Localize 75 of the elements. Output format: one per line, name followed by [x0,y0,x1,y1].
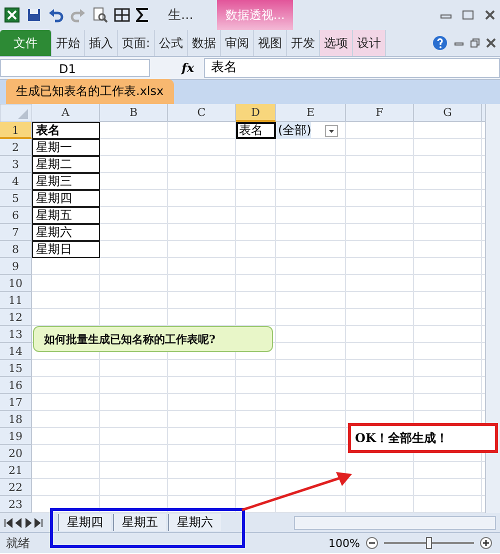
row-header[interactable]: 12 [0,309,32,326]
vertical-scrollbar[interactable] [485,104,500,513]
sheet-tab[interactable]: 星期六 [168,514,221,531]
ribbon-tab[interactable]: 审阅 [221,30,254,56]
print-preview-icon[interactable] [92,7,108,23]
row-header[interactable]: 1 [0,122,32,139]
file-tab[interactable]: 文件 [0,30,52,56]
undo-icon[interactable] [48,7,64,23]
row-header[interactable]: 3 [0,156,32,173]
ribbon-tab[interactable]: 插入 [85,30,118,56]
ribbon-tab[interactable]: 公式 [155,30,188,56]
ribbon-tab[interactable]: 选项 [320,30,354,56]
row-header[interactable]: 22 [0,479,32,496]
restore-icon[interactable] [470,38,480,48]
table-cell: 星期日 [32,241,100,258]
row-header[interactable]: 15 [0,360,32,377]
sheet-tab[interactable]: 星期四 [58,514,111,531]
context-tab-group: 数据透视... [217,0,293,30]
table-cell: 星期二 [32,156,100,173]
row-header[interactable]: 5 [0,190,32,207]
window-title: 生... [168,7,194,24]
horizontal-scrollbar[interactable] [294,516,496,530]
table-cell: 星期一 [32,139,100,156]
table-cell: 星期五 [32,207,100,224]
table-cell: 星期六 [32,224,100,241]
ribbon-tab[interactable]: 设计 [353,30,386,56]
row-header[interactable]: 13 [0,326,32,343]
sheet-tab[interactable]: 星期五 [113,514,166,531]
row-header[interactable]: 19 [0,428,32,445]
excel-icon[interactable] [4,7,20,23]
row-header[interactable]: 17 [0,394,32,411]
row-header[interactable]: 2 [0,139,32,156]
result-note: OK！全部生成！ [348,423,498,453]
formula-field[interactable]: 表名 [204,58,500,78]
table-cell: 星期四 [32,190,100,207]
workbook-tab[interactable]: 生成已知表名的工作表.xlsx [6,79,174,104]
zoom-in-icon[interactable] [480,537,492,549]
row-header[interactable]: 14 [0,343,32,360]
row-header[interactable]: 4 [0,173,32,190]
row-header[interactable]: 7 [0,224,32,241]
help-icon[interactable] [432,35,448,51]
row-header[interactable]: 9 [0,258,32,275]
table-cell: 星期三 [32,173,100,190]
grid-icon[interactable] [114,7,130,23]
insert-function-button[interactable]: fx [154,61,200,75]
row-header[interactable]: 16 [0,377,32,394]
close-icon[interactable] [486,38,496,48]
maximize-icon[interactable] [462,10,474,20]
ribbon-tab[interactable]: 视图 [254,30,288,56]
row-header[interactable]: 23 [0,496,32,513]
slider-thumb[interactable] [426,537,432,549]
row-header[interactable]: 18 [0,411,32,428]
zoom-out-icon[interactable] [366,537,378,549]
zoom-level[interactable]: 100% [328,536,360,550]
row-header[interactable]: 21 [0,462,32,479]
name-box[interactable]: D1 [0,59,150,77]
row-header[interactable]: 8 [0,241,32,258]
callout-note: 如何批量生成已知名称的工作表呢? [33,326,273,352]
save-icon[interactable] [26,7,42,23]
sheet-navigation-icon[interactable] [4,518,44,528]
pivot-field-label[interactable]: 表名 [236,122,276,139]
row-header[interactable]: 11 [0,292,32,309]
row-header[interactable]: 6 [0,207,32,224]
status-text: 就绪 [6,534,30,552]
sum-icon[interactable] [136,8,148,22]
pivot-filter-value: (全部) [276,122,312,139]
row-header[interactable]: 20 [0,445,32,462]
column-header[interactable]: D [236,104,276,122]
ribbon-tab[interactable]: 页面: [118,30,156,56]
row-header[interactable]: 10 [0,275,32,292]
table-cell: 表名 [32,122,100,139]
ribbon-tab[interactable]: 开始 [52,30,85,56]
close-icon[interactable] [484,10,496,20]
dropdown-button[interactable] [325,124,338,136]
ribbon-tab[interactable]: 数据 [188,30,222,56]
